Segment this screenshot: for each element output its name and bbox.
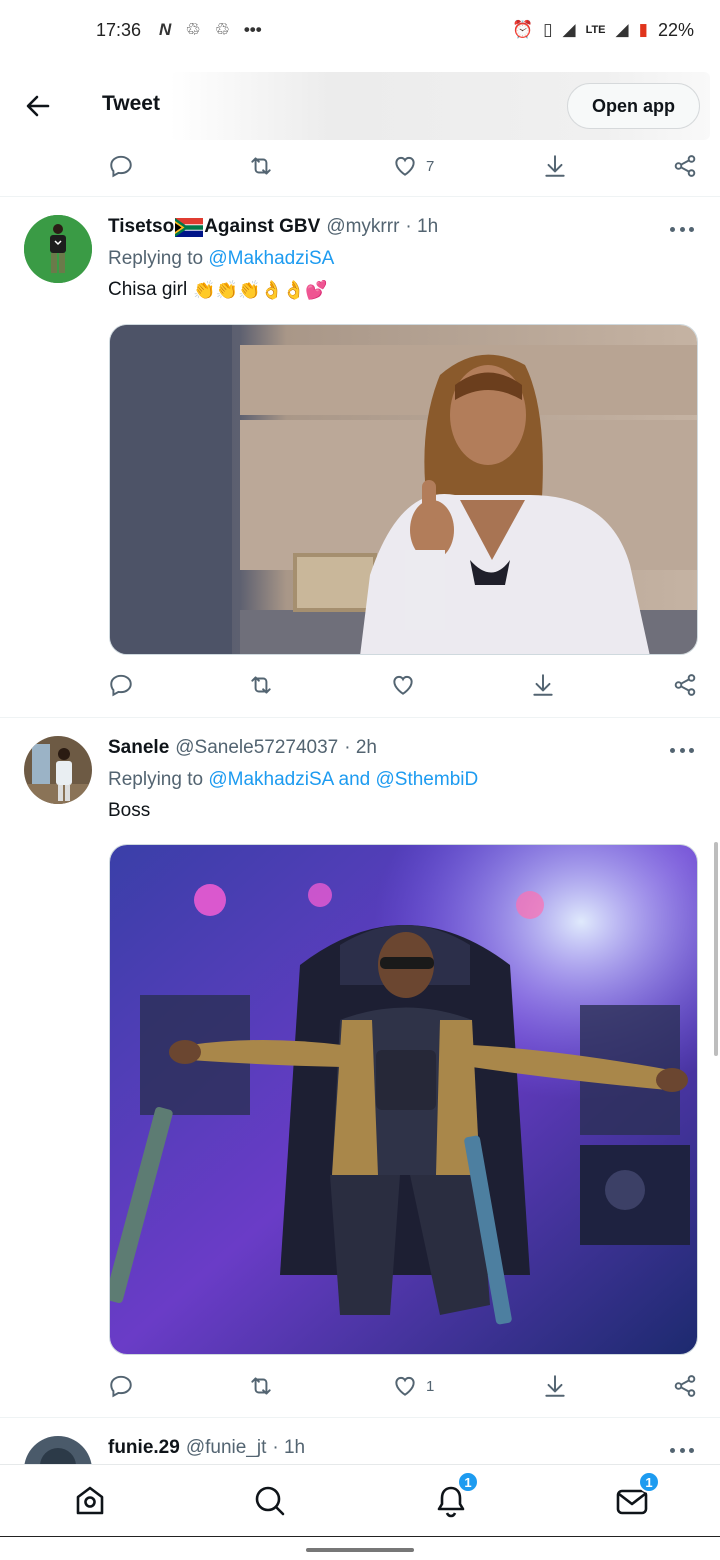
reply-icon [110, 674, 132, 697]
retweet-button[interactable] [248, 153, 274, 179]
back-arrow-icon[interactable] [22, 90, 54, 122]
tweet-actions: 7 [108, 146, 700, 186]
recycle-icon: ♲ [214, 20, 230, 39]
status-time: 17:36 [96, 19, 142, 40]
share-icon [674, 674, 696, 696]
tweet-actions [108, 665, 700, 705]
user-handle[interactable]: @funie_jt [186, 1437, 267, 1459]
download-icon [533, 674, 553, 696]
heart-icon [393, 675, 413, 695]
home-gesture-handle[interactable] [306, 1548, 414, 1552]
replying-prefix: Replying to [108, 769, 204, 790]
like-count: 7 [426, 157, 435, 175]
vibrate-icon: ▯ [543, 20, 553, 39]
tweet-actions: 1 [108, 1366, 700, 1406]
user-handle[interactable]: @mykrrr [326, 216, 399, 238]
network-type: LTE [585, 24, 606, 36]
share-button[interactable] [672, 672, 698, 698]
south-africa-flag-icon [175, 217, 204, 237]
avatar[interactable] [24, 215, 92, 283]
display-name[interactable]: Tisetso [108, 216, 174, 238]
like-button[interactable] [390, 672, 424, 698]
netflix-icon: N [159, 20, 172, 39]
share-icon [674, 1375, 696, 1397]
tweet-text-content: Boss [108, 800, 151, 821]
save-button[interactable] [542, 153, 568, 179]
tweet-header: Tisetso Against GBV @mykrrr · 1h [108, 216, 438, 238]
replying-to: Replying to @MakhadziSA and @SthembiD [108, 769, 478, 791]
search-icon[interactable] [250, 1481, 290, 1521]
tweet-emoji: 👏👏👏👌👌💕 [193, 279, 328, 301]
messages-mail-icon[interactable]: 1 [612, 1471, 660, 1521]
home-icon[interactable] [70, 1481, 110, 1521]
notifications-badge: 1 [457, 1471, 479, 1493]
like-button[interactable]: 1 [392, 1373, 434, 1399]
replying-to: Replying to @MakhadziSA [108, 248, 334, 270]
like-button[interactable]: 7 [392, 153, 434, 179]
more-options-icon[interactable] [670, 227, 694, 235]
signal-icon: ◢ [615, 20, 629, 39]
tweet-text: Boss [108, 800, 150, 822]
retweet-icon [251, 157, 271, 175]
page-title: Tweet [102, 92, 160, 115]
gesture-bar [0, 1536, 720, 1560]
tweet-text-content: Chisa girl [108, 279, 188, 300]
reply-icon [110, 1375, 132, 1398]
more-options-icon[interactable] [670, 748, 694, 756]
save-button[interactable] [542, 1373, 568, 1399]
battery-icon: ▮ [638, 20, 648, 39]
retweet-button[interactable] [248, 672, 274, 698]
tweet-card[interactable]: Tisetso Against GBV @mykrrr · 1h Replyin… [0, 197, 720, 717]
top-header: Tweet Open app [0, 68, 720, 144]
tweet-card[interactable]: funie.29 @funie_jt · 1h [0, 1418, 720, 1464]
status-bar: 17:36 N ♲ ♲ ••• ⏰ ▯ ◢ LTE ◢ ▮ 22% [0, 0, 720, 60]
share-button[interactable] [672, 1373, 698, 1399]
display-name-suffix[interactable]: Against GBV [204, 216, 320, 238]
download-icon [545, 1375, 565, 1397]
reply-mention-link[interactable]: @MakhadziSA [208, 248, 334, 269]
tweet-header: funie.29 @funie_jt · 1h [108, 1437, 305, 1459]
more-options-icon[interactable] [670, 1448, 694, 1456]
display-name[interactable]: Sanele [108, 737, 169, 759]
avatar[interactable] [24, 736, 92, 804]
scrollbar[interactable] [714, 842, 718, 1056]
heart-icon [395, 156, 415, 176]
reply-mention-link[interactable]: @MakhadziSA and @SthembiD [208, 769, 478, 790]
avatar[interactable] [24, 1436, 92, 1464]
share-icon [674, 155, 696, 177]
retweet-button[interactable] [248, 1373, 274, 1399]
tweet-text: Chisa girl 👏👏👏👌👌💕 [108, 279, 328, 301]
replying-prefix: Replying to [108, 248, 204, 269]
user-handle[interactable]: @Sanele57274037 [175, 737, 338, 759]
open-app-button[interactable]: Open app [566, 83, 700, 129]
reply-button[interactable] [108, 672, 134, 698]
reply-button[interactable] [108, 153, 134, 179]
reply-button[interactable] [108, 1373, 134, 1399]
like-count: 1 [426, 1377, 435, 1395]
save-button[interactable] [530, 672, 556, 698]
reply-icon [110, 155, 132, 178]
display-name[interactable]: funie.29 [108, 1437, 180, 1459]
tweet-media-image[interactable] [109, 844, 698, 1355]
tweet-time: · 2h [344, 737, 377, 758]
heart-icon [395, 1376, 415, 1396]
tweet-header: Sanele @Sanele57274037 · 2h [108, 737, 377, 759]
tweet-time: · 1h [405, 216, 439, 237]
retweet-icon [251, 1377, 271, 1395]
notifications-bell-icon[interactable]: 1 [431, 1471, 479, 1521]
alarm-icon: ⏰ [511, 20, 534, 39]
tweet-time: · 1h [272, 1437, 306, 1458]
signal-icon: ◢ [562, 20, 576, 39]
recycle-icon: ♲ [185, 20, 201, 39]
bottom-navigation: 1 1 [0, 1464, 720, 1536]
messages-badge: 1 [638, 1471, 660, 1493]
battery-percent: 22% [657, 19, 694, 40]
download-icon [545, 155, 565, 177]
share-button[interactable] [672, 153, 698, 179]
status-notification-icons: N ♲ ♲ ••• [159, 20, 262, 40]
more-notifications-icon: ••• [243, 20, 262, 39]
retweet-icon [251, 676, 271, 694]
tweet-media-image[interactable] [109, 324, 698, 655]
tweet-card[interactable]: Sanele @Sanele57274037 · 2h Replying to … [0, 718, 720, 1418]
